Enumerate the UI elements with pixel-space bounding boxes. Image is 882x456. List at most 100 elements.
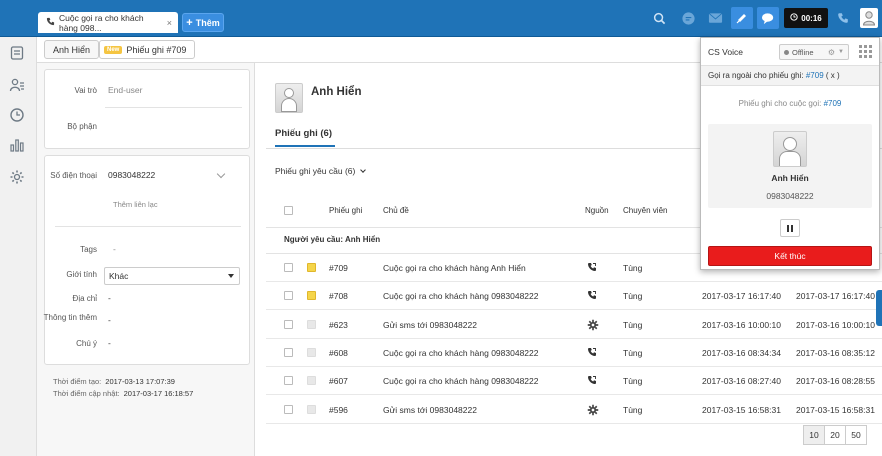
ticket-subject[interactable]: Cuộc gọi ra cho khách hàng Anh Hiển	[383, 254, 526, 282]
tags-value[interactable]: -	[113, 244, 116, 254]
status-select[interactable]: Offline ⚙ ▼	[779, 44, 849, 60]
phone-icon	[587, 262, 597, 274]
view-selector[interactable]: Phiếu ghi yêu cầu (6)	[275, 166, 366, 176]
gear-icon	[587, 319, 599, 333]
user-avatar[interactable]	[860, 8, 878, 28]
created-value: 2017-03-13 17:07:39	[105, 377, 175, 386]
voice-title: CS Voice	[708, 47, 743, 57]
side-handle[interactable]	[876, 290, 882, 326]
row-checkbox[interactable]	[284, 347, 293, 357]
top-bar: Cuộc gọi ra cho khách hàng 098... × + Th…	[0, 0, 882, 37]
mail-icon[interactable]	[704, 7, 726, 29]
phone-call-icon[interactable]	[832, 7, 854, 29]
status-indicator	[307, 347, 316, 357]
col-ticket[interactable]: Phiếu ghi	[329, 206, 362, 215]
caller-avatar	[773, 131, 807, 167]
home-icon[interactable]	[9, 45, 27, 63]
ticket-subject[interactable]: Cuộc gọi ra cho khách hàng 0983048222	[383, 339, 538, 367]
ticket-subject[interactable]: Gửi sms tới 0983048222	[383, 396, 477, 424]
call-ticket-link[interactable]: #709	[806, 71, 824, 80]
ticket-subject[interactable]: Cuộc gọi ra cho khách hàng 0983048222	[383, 367, 538, 395]
conversation-icon[interactable]	[757, 7, 779, 29]
col-agent[interactable]: Chuyên viên	[623, 206, 667, 215]
ticket-agent: Tùng	[623, 291, 643, 302]
ticket-tab[interactable]: Cuộc gọi ra cho khách hàng 098... ×	[38, 12, 178, 33]
tab-active-underline	[275, 145, 335, 147]
voice-header: CS Voice Offline ⚙ ▼	[701, 38, 879, 66]
ticket-id[interactable]: #607	[329, 367, 348, 395]
pause-icon-bar	[787, 224, 789, 232]
page-size-20[interactable]: 20	[824, 425, 846, 445]
page-size-10[interactable]: 10	[803, 425, 825, 445]
row-checkbox[interactable]	[284, 263, 293, 272]
row-checkbox[interactable]	[284, 291, 293, 301]
call-unlink-button[interactable]: ( x )	[826, 71, 840, 80]
note-ticket-link[interactable]: #709	[824, 99, 842, 108]
settings-icon[interactable]	[9, 169, 27, 187]
chat-icon[interactable]	[677, 7, 699, 29]
add-button[interactable]: + Thêm	[182, 13, 224, 32]
add-label: Thêm	[195, 17, 220, 28]
page-size-50[interactable]: 50	[845, 425, 867, 445]
row-checkbox[interactable]	[284, 319, 293, 329]
caret-down-icon: ▼	[838, 49, 844, 55]
chevron-down-icon[interactable]	[216, 169, 226, 179]
ticket-created: 2017-03-16 08:34:34	[702, 347, 781, 358]
plus-icon: +	[186, 16, 193, 29]
status-indicator	[307, 404, 316, 414]
col-subject[interactable]: Chủ đề	[383, 206, 409, 215]
address-value[interactable]: -	[108, 293, 111, 303]
updated-meta: Thời điểm cập nhật: 2017-03-17 16:18:57	[53, 389, 193, 398]
call-timer: 00:16	[784, 8, 828, 28]
updated-value: 2017-03-17 16:18:57	[123, 389, 194, 398]
table-row[interactable]: #608 Cuộc gọi ra cho khách hàng 098304822…	[266, 339, 882, 367]
tab-tickets[interactable]: Phiếu ghi (6)	[275, 128, 332, 139]
reports-icon[interactable]	[9, 137, 27, 155]
crumb-ticket[interactable]: New Phiếu ghi #709	[99, 40, 196, 59]
ticket-agent: Tùng	[623, 404, 643, 415]
col-source[interactable]: Nguồn	[585, 206, 609, 215]
add-contact-link[interactable]: Thêm liên lạc	[113, 200, 158, 209]
row-checkbox[interactable]	[284, 376, 293, 386]
ticket-updated: 2017-03-16 10:00:10	[796, 319, 875, 330]
info-value[interactable]: -	[108, 315, 111, 325]
caller-phone: 0983048222	[766, 191, 814, 201]
tags-label: Tags	[80, 245, 97, 254]
ticket-id[interactable]: #596	[329, 396, 348, 424]
ticket-id[interactable]: #623	[329, 311, 348, 339]
table-row[interactable]: #607 Cuộc gọi ra cho khách hàng 098304822…	[266, 367, 882, 396]
ticket-agent: Tùng	[623, 347, 643, 358]
note-label: Chú ý	[76, 339, 97, 348]
ticket-icon[interactable]	[731, 7, 753, 29]
search-icon[interactable]	[648, 7, 670, 29]
close-icon[interactable]: ×	[167, 18, 172, 28]
crumb-user[interactable]: Anh Hiển	[44, 40, 100, 59]
ticket-id[interactable]: #709	[329, 254, 348, 282]
note-value[interactable]: -	[108, 338, 111, 348]
row-checkbox[interactable]	[284, 404, 293, 414]
hold-button[interactable]	[780, 219, 800, 237]
phone-value[interactable]: 0983048222	[108, 170, 155, 180]
pause-icon-bar	[791, 224, 793, 232]
table-row[interactable]: #623 Gửi sms tới 0983048222 Tùng 2017-03-16…	[266, 311, 882, 339]
role-field[interactable]: End-user	[108, 85, 143, 95]
created-label: Thời điểm tạo:	[53, 377, 102, 386]
end-call-button[interactable]: Kết thúc	[708, 246, 872, 266]
table-row[interactable]: #596 Gửi sms tới 0983048222 Tùng 2017-03-15…	[266, 396, 882, 424]
history-icon[interactable]	[9, 107, 27, 125]
users-icon[interactable]	[9, 77, 27, 95]
chevron-down-icon	[359, 167, 366, 173]
ticket-subject[interactable]: Gửi sms tới 0983048222	[383, 311, 477, 339]
ticket-id[interactable]: #708	[329, 282, 348, 310]
user-name: Anh Hiển	[311, 86, 362, 98]
gender-select[interactable]: Khác	[104, 267, 240, 285]
table-row[interactable]: #708 Cuộc gọi ra cho khách hàng 098304822…	[266, 282, 882, 311]
apps-grid-icon[interactable]	[859, 45, 872, 58]
ticket-id[interactable]: #608	[329, 339, 348, 367]
left-nav	[0, 37, 37, 456]
select-all-checkbox[interactable]	[284, 206, 293, 215]
settings-icon: ⚙	[827, 47, 836, 57]
ticket-subject[interactable]: Cuộc gọi ra cho khách hàng 0983048222	[383, 282, 538, 310]
view-label: Phiếu ghi yêu cầu (6)	[275, 166, 356, 176]
clock-icon	[790, 13, 798, 23]
